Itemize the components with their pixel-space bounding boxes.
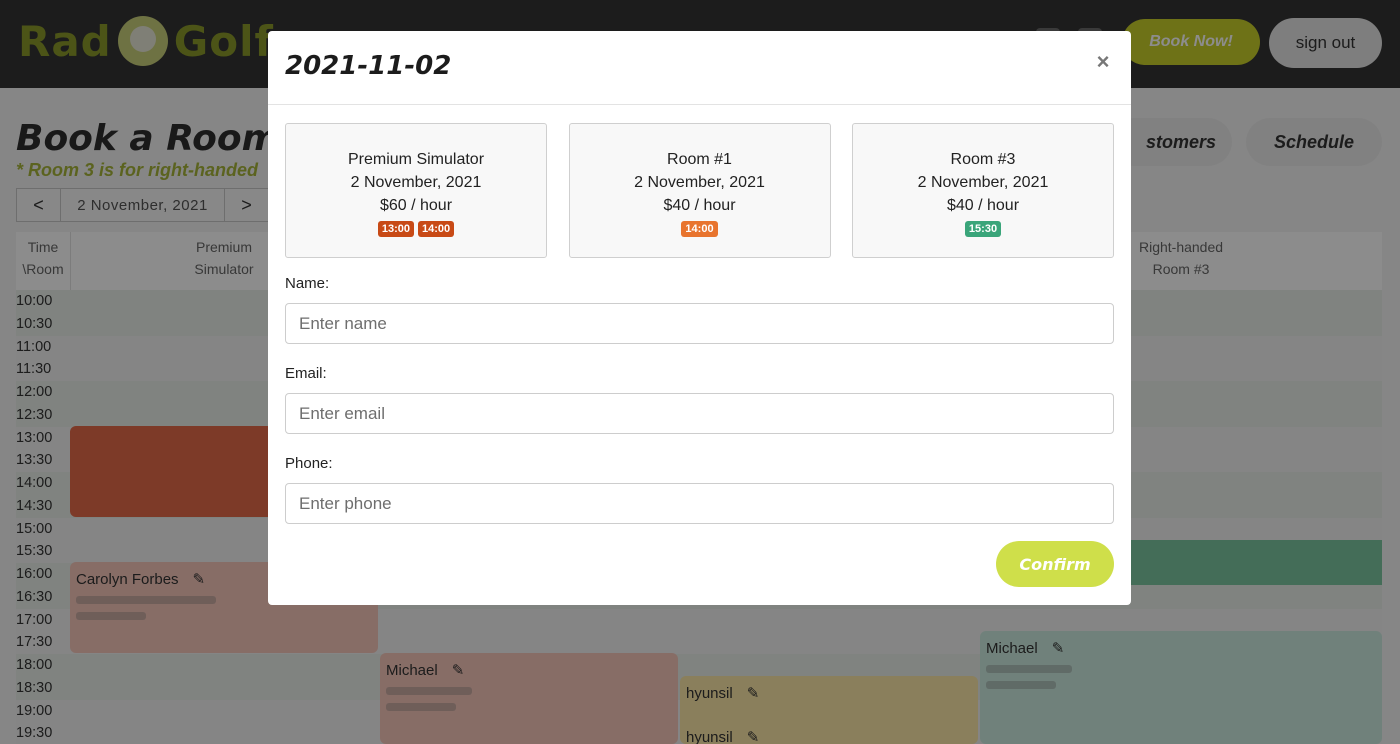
time-badge[interactable]: 14:00 <box>418 221 455 237</box>
room-date: 2 November, 2021 <box>917 174 1049 191</box>
email-label: Email: <box>285 365 327 382</box>
phone-input[interactable] <box>285 483 1114 524</box>
room-name: Room #3 <box>950 151 1016 168</box>
close-icon[interactable]: × <box>1091 49 1115 74</box>
confirm-button[interactable]: Confirm <box>996 541 1114 587</box>
room-price: $40 / hour <box>946 197 1020 214</box>
room-summary-list: Premium Simulator 2 November, 2021 $60 /… <box>285 123 1114 258</box>
room-name: Premium Simulator <box>347 151 485 168</box>
time-badges: 15:30 <box>853 221 1113 237</box>
time-badge[interactable]: 15:30 <box>964 221 1002 237</box>
phone-label: Phone: <box>285 455 333 472</box>
modal-title: 2021-11-02 <box>285 51 452 81</box>
time-badge[interactable]: 13:00 <box>377 221 414 237</box>
time-badges: 13:00 14:00 <box>286 221 546 237</box>
time-badge[interactable]: 14:00 <box>681 221 718 237</box>
room-date: 2 November, 2021 <box>634 174 765 191</box>
room-card-room1[interactable]: Room #1 2 November, 2021 $40 / hour 14:0… <box>568 123 831 258</box>
modal-header: 2021-11-02 × <box>268 31 1131 105</box>
room-name: Room #1 <box>667 151 732 168</box>
time-badges: 14:00 <box>570 221 830 237</box>
email-input[interactable] <box>285 393 1114 434</box>
room-date: 2 November, 2021 <box>350 174 482 191</box>
room-card-premium[interactable]: Premium Simulator 2 November, 2021 $60 /… <box>285 123 547 258</box>
name-label: Name: <box>285 275 330 292</box>
room-price: $60 / hour <box>379 197 453 214</box>
booking-modal: 2021-11-02 × Premium Simulator 2 Novembe… <box>268 31 1131 605</box>
room-price: $40 / hour <box>663 197 736 214</box>
name-input[interactable] <box>285 303 1114 344</box>
room-card-room3[interactable]: Room #3 2 November, 2021 $40 / hour 15:3… <box>852 123 1114 258</box>
